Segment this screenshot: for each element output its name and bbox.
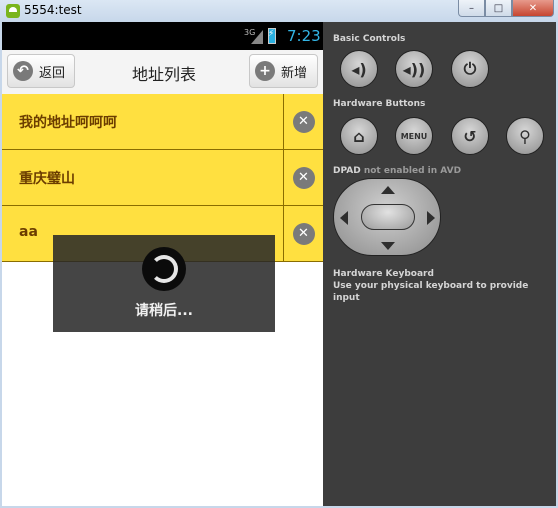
keyboard-heading: Hardware Keyboard [333,269,434,279]
page-title: 地址列表 [131,65,196,84]
android-icon [6,4,20,18]
android-back-button[interactable]: ↺ [451,117,489,155]
dpad[interactable] [333,178,441,256]
close-icon: ✕ [292,110,315,133]
address-name: aa [19,224,38,240]
add-address-button[interactable]: + 新增 [249,54,318,88]
address-name: 重庆璧山 [19,171,75,187]
action-bar: ↶ 返回 地址列表 + 新增 [2,50,323,95]
back-button[interactable]: ↶ 返回 [7,54,75,88]
plus-icon: + [255,61,275,81]
volume-down-button[interactable]: ◂) [340,50,378,88]
menu-label: MENU [400,131,428,141]
window-controls: – □ ✕ [458,0,554,17]
volume-up-button[interactable]: ◂)) [395,50,433,88]
address-row[interactable]: 我的地址呵呵呵 ✕ [2,94,323,150]
window-titlebar: 5554:test – □ ✕ [0,0,558,22]
keyboard-note: Use your physical keyboard to provide in… [333,281,529,303]
dpad-heading: DPAD not enabled in AVD [333,166,461,176]
dpad-note: not enabled in AVD [363,166,462,176]
dpad-up-icon[interactable] [381,186,395,194]
dpad-left-icon[interactable] [340,211,348,225]
back-arrow-icon: ↶ [13,61,33,81]
dpad-center-button[interactable] [361,204,415,230]
home-icon: ⌂ [353,126,365,146]
device-screen: 3G 7:23 ↶ 返回 地址列表 + 新增 我的地址呵呵呵 ✕ 重庆璧山 ✕ [2,22,323,506]
back-button-label: 返回 [39,65,66,81]
emulator-control-panel: Basic Controls ◂) ◂)) ⏻ Hardware Buttons… [323,22,556,506]
battery-icon [268,28,276,44]
hardware-buttons-heading: Hardware Buttons [333,99,426,109]
close-window-button[interactable]: ✕ [512,0,554,17]
signal-icon [251,30,263,44]
loading-dialog: 请稍后... [53,235,275,332]
window-title: 5554:test [24,3,82,17]
volume-up-icon: ◂)) [402,59,426,79]
delete-address-button[interactable]: ✕ [283,206,323,261]
dpad-down-icon[interactable] [381,242,395,250]
search-icon: ⚲ [519,126,531,146]
hardware-keyboard-info: Hardware Keyboard Use your physical keyb… [333,268,556,304]
minimize-button[interactable]: – [458,0,485,17]
maximize-button[interactable]: □ [485,0,512,17]
delete-address-button[interactable]: ✕ [283,150,323,205]
power-button[interactable]: ⏻ [451,50,489,88]
close-icon: ✕ [292,166,315,189]
status-bar: 3G 7:23 [2,22,323,50]
search-button[interactable]: ⚲ [506,117,544,155]
basic-controls-heading: Basic Controls [333,34,406,44]
dpad-title: DPAD [333,166,361,176]
power-icon: ⏻ [463,59,477,78]
address-row[interactable]: 重庆璧山 ✕ [2,150,323,206]
volume-down-icon: ◂) [351,59,367,79]
close-icon: ✕ [292,222,315,245]
dpad-right-icon[interactable] [427,211,435,225]
add-button-label: 新增 [281,65,308,81]
back-icon: ↺ [463,126,477,146]
address-name: 我的地址呵呵呵 [19,115,117,131]
loading-text: 请稍后... [135,303,193,319]
delete-address-button[interactable]: ✕ [283,94,323,149]
menu-button[interactable]: MENU [395,117,433,155]
spinner-icon [142,247,186,291]
status-clock: 7:23 [287,27,321,45]
home-button[interactable]: ⌂ [340,117,378,155]
